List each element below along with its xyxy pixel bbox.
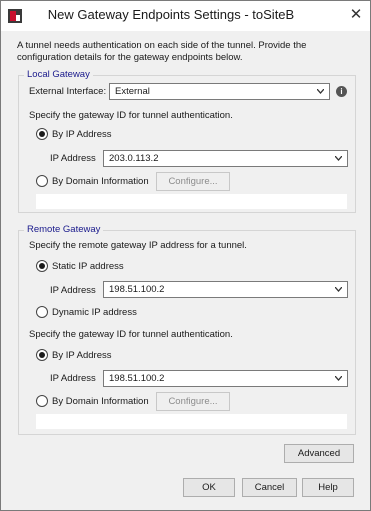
remote-gateway-group: Remote Gateway Specify the remote gatewa… (18, 224, 356, 435)
remote-by-ip-label: By IP Address (52, 350, 112, 361)
remote-domain-info-box (36, 414, 347, 429)
remote-by-ip-radio[interactable] (36, 349, 48, 361)
remote-ip-value: 198.51.100.2 (109, 284, 165, 295)
local-configure-button[interactable]: Configure... (156, 172, 230, 191)
dynamic-ip-radio[interactable] (36, 306, 48, 318)
close-icon: ✕ (349, 6, 363, 23)
dialog-title: New Gateway Endpoints Settings - toSiteB (47, 7, 295, 22)
local-ip-value: 203.0.113.2 (109, 153, 159, 164)
advanced-button[interactable]: Advanced (284, 444, 354, 463)
remote-id-ip-value: 198.51.100.2 (109, 373, 165, 384)
external-interface-value: External (115, 86, 150, 97)
local-ip-label: IP Address (50, 153, 96, 164)
local-gateway-group: Local Gateway External Interface: Extern… (18, 69, 356, 213)
ok-button[interactable]: OK (183, 478, 235, 497)
help-button[interactable]: Help (302, 478, 354, 497)
cancel-button[interactable]: Cancel (242, 478, 297, 497)
local-ip-select[interactable]: 203.0.113.2 (103, 150, 348, 167)
remote-gateway-text: Specify the remote gateway IP address fo… (29, 240, 247, 251)
remote-configure-button[interactable]: Configure... (156, 392, 230, 411)
chevron-down-icon (317, 89, 324, 94)
remote-by-domain-label: By Domain Information (52, 396, 149, 407)
static-ip-radio[interactable] (36, 260, 48, 272)
remote-by-domain-radio[interactable] (36, 395, 48, 407)
local-domain-info-box (36, 194, 347, 209)
remote-ip-select[interactable]: 198.51.100.2 (103, 281, 348, 298)
title-bar[interactable]: New Gateway Endpoints Settings - toSiteB… (1, 1, 370, 31)
external-interface-select[interactable]: External (109, 83, 330, 100)
local-by-ip-radio[interactable] (36, 128, 48, 140)
local-by-domain-label: By Domain Information (52, 176, 149, 187)
dynamic-ip-label: Dynamic IP address (52, 307, 137, 318)
external-interface-label: External Interface: (29, 86, 107, 97)
dialog-window: New Gateway Endpoints Settings - toSiteB… (0, 0, 371, 511)
chevron-down-icon (335, 376, 342, 381)
remote-ip-label: IP Address (50, 285, 96, 296)
remote-gateway-id-text: Specify the gateway ID for tunnel authen… (29, 329, 233, 340)
chevron-down-icon (335, 156, 342, 161)
chevron-down-icon (335, 287, 342, 292)
local-gateway-id-text: Specify the gateway ID for tunnel authen… (29, 110, 233, 121)
local-by-domain-radio[interactable] (36, 175, 48, 187)
info-icon[interactable]: i (336, 86, 347, 97)
remote-id-ip-select[interactable]: 198.51.100.2 (103, 370, 348, 387)
intro-text: A tunnel needs authentication on each si… (17, 40, 307, 63)
close-button[interactable]: ✕ (346, 5, 366, 25)
local-gateway-legend: Local Gateway (24, 69, 93, 80)
local-by-ip-label: By IP Address (52, 129, 112, 140)
remote-id-ip-label: IP Address (50, 373, 96, 384)
remote-gateway-legend: Remote Gateway (24, 224, 104, 235)
static-ip-label: Static IP address (52, 261, 124, 272)
